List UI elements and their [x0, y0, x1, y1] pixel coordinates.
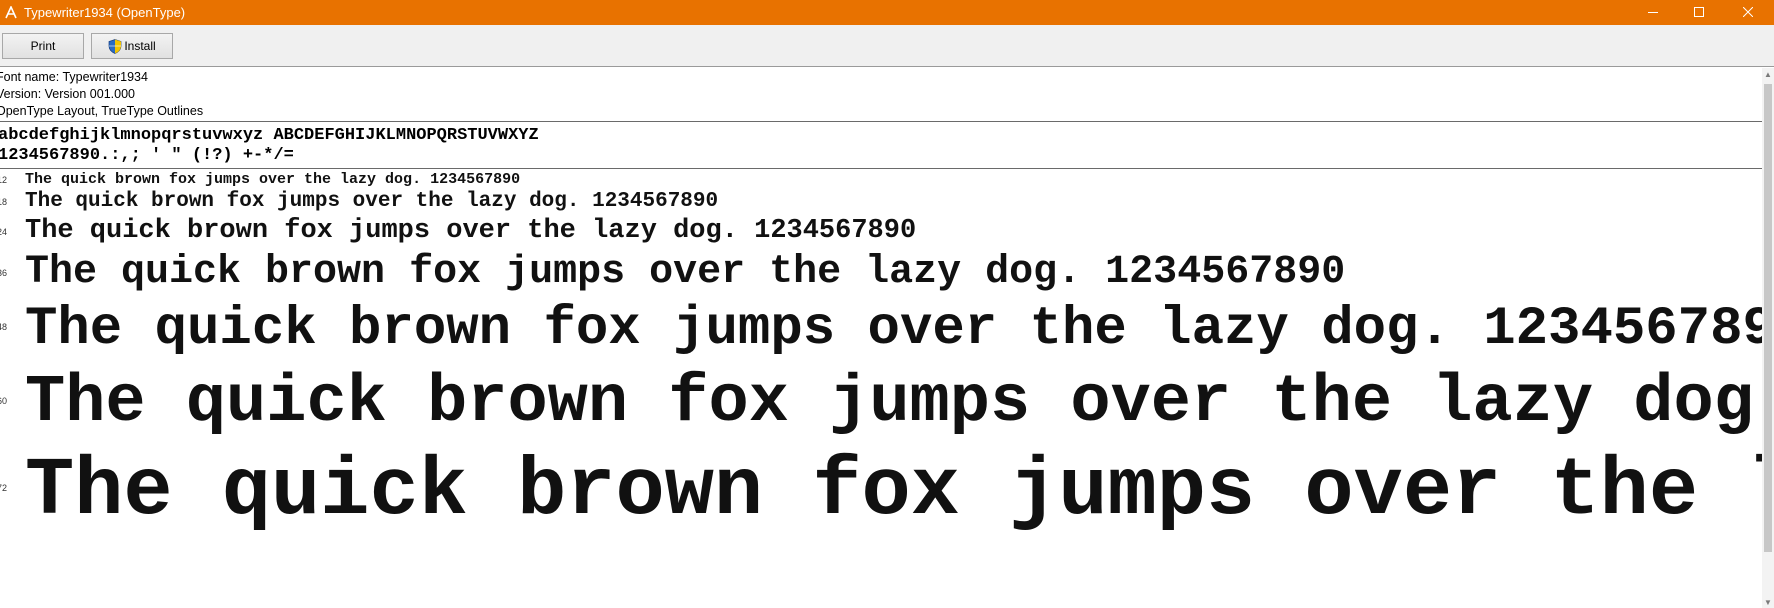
sample-text: The quick brown fox jumps over the lazy …	[25, 190, 719, 213]
sample-text: The quick brown fox jumps over the lazy …	[25, 299, 1762, 360]
toolbar: Print Install	[0, 25, 1774, 67]
sample-text: The quick brown fox jumps over the lazy …	[25, 445, 1762, 538]
divider	[0, 168, 1762, 169]
font-viewer-icon	[4, 6, 18, 20]
print-button[interactable]: Print	[2, 33, 84, 59]
close-button[interactable]	[1722, 0, 1774, 25]
font-preview-area: Font name: Typewriter1934 Version: Versi…	[0, 68, 1762, 608]
sample-size-label: 72	[0, 483, 8, 493]
sample-text: The quick brown fox jumps over the lazy …	[25, 365, 1762, 441]
sample-size-label: 48	[0, 322, 8, 332]
maximize-button[interactable]	[1676, 0, 1722, 25]
sample-size-label: 18	[0, 197, 8, 207]
font-name-text: Font name: Typewriter1934	[0, 70, 148, 84]
sample-row: 12 The quick brown fox jumps over the la…	[0, 170, 1762, 190]
sample-size-label: 36	[0, 268, 8, 278]
sample-text: The quick brown fox jumps over the lazy …	[25, 216, 917, 246]
sample-row: 18 The quick brown fox jumps over the la…	[0, 189, 1762, 214]
window-title: Typewriter1934 (OpenType)	[24, 5, 186, 20]
scrollbar-thumb[interactable]	[1764, 84, 1772, 552]
sample-text: The quick brown fox jumps over the lazy …	[25, 250, 1346, 295]
sample-size-label: 12	[0, 175, 8, 185]
divider	[0, 121, 1762, 122]
install-button-label: Install	[124, 39, 156, 53]
sample-size-label: 60	[0, 396, 8, 406]
sample-row: 72 The quick brown fox jumps over the la…	[0, 442, 1762, 547]
charset-letters: abcdefghijklmnopqrstuvwxyz ABCDEFGHIJKLM…	[0, 126, 539, 145]
sample-row: 60 The quick brown fox jumps over the la…	[0, 364, 1762, 444]
maximize-icon	[1694, 4, 1704, 22]
minimize-button[interactable]	[1630, 0, 1676, 25]
sample-row: 48 The quick brown fox jumps over the la…	[0, 298, 1762, 363]
vertical-scrollbar[interactable]: ▲ ▼	[1762, 68, 1774, 608]
charset-symbols: 1234567890.:,; ' " (!?) +-*/=	[0, 146, 294, 165]
font-version-text: Version: Version 001.000	[0, 87, 135, 101]
uac-shield-icon	[108, 38, 122, 54]
sample-size-label: 24	[0, 227, 8, 237]
sample-row: 24 The quick brown fox jumps over the la…	[0, 215, 1762, 247]
sample-text: The quick brown fox jumps over the lazy …	[25, 171, 521, 188]
font-outlines-text: OpenType Layout, TrueType Outlines	[0, 104, 204, 118]
close-icon	[1742, 4, 1754, 22]
scroll-down-icon[interactable]: ▼	[1762, 596, 1774, 608]
window-controls	[1630, 0, 1774, 25]
title-bar: Typewriter1934 (OpenType)	[0, 0, 1774, 25]
font-info: Font name: Typewriter1934 Version: Versi…	[0, 69, 203, 120]
minimize-icon	[1648, 4, 1658, 22]
print-button-label: Print	[30, 39, 56, 53]
sample-row: 36 The quick brown fox jumps over the la…	[0, 250, 1762, 296]
install-button[interactable]: Install	[91, 33, 173, 59]
scroll-up-icon[interactable]: ▲	[1762, 68, 1774, 80]
